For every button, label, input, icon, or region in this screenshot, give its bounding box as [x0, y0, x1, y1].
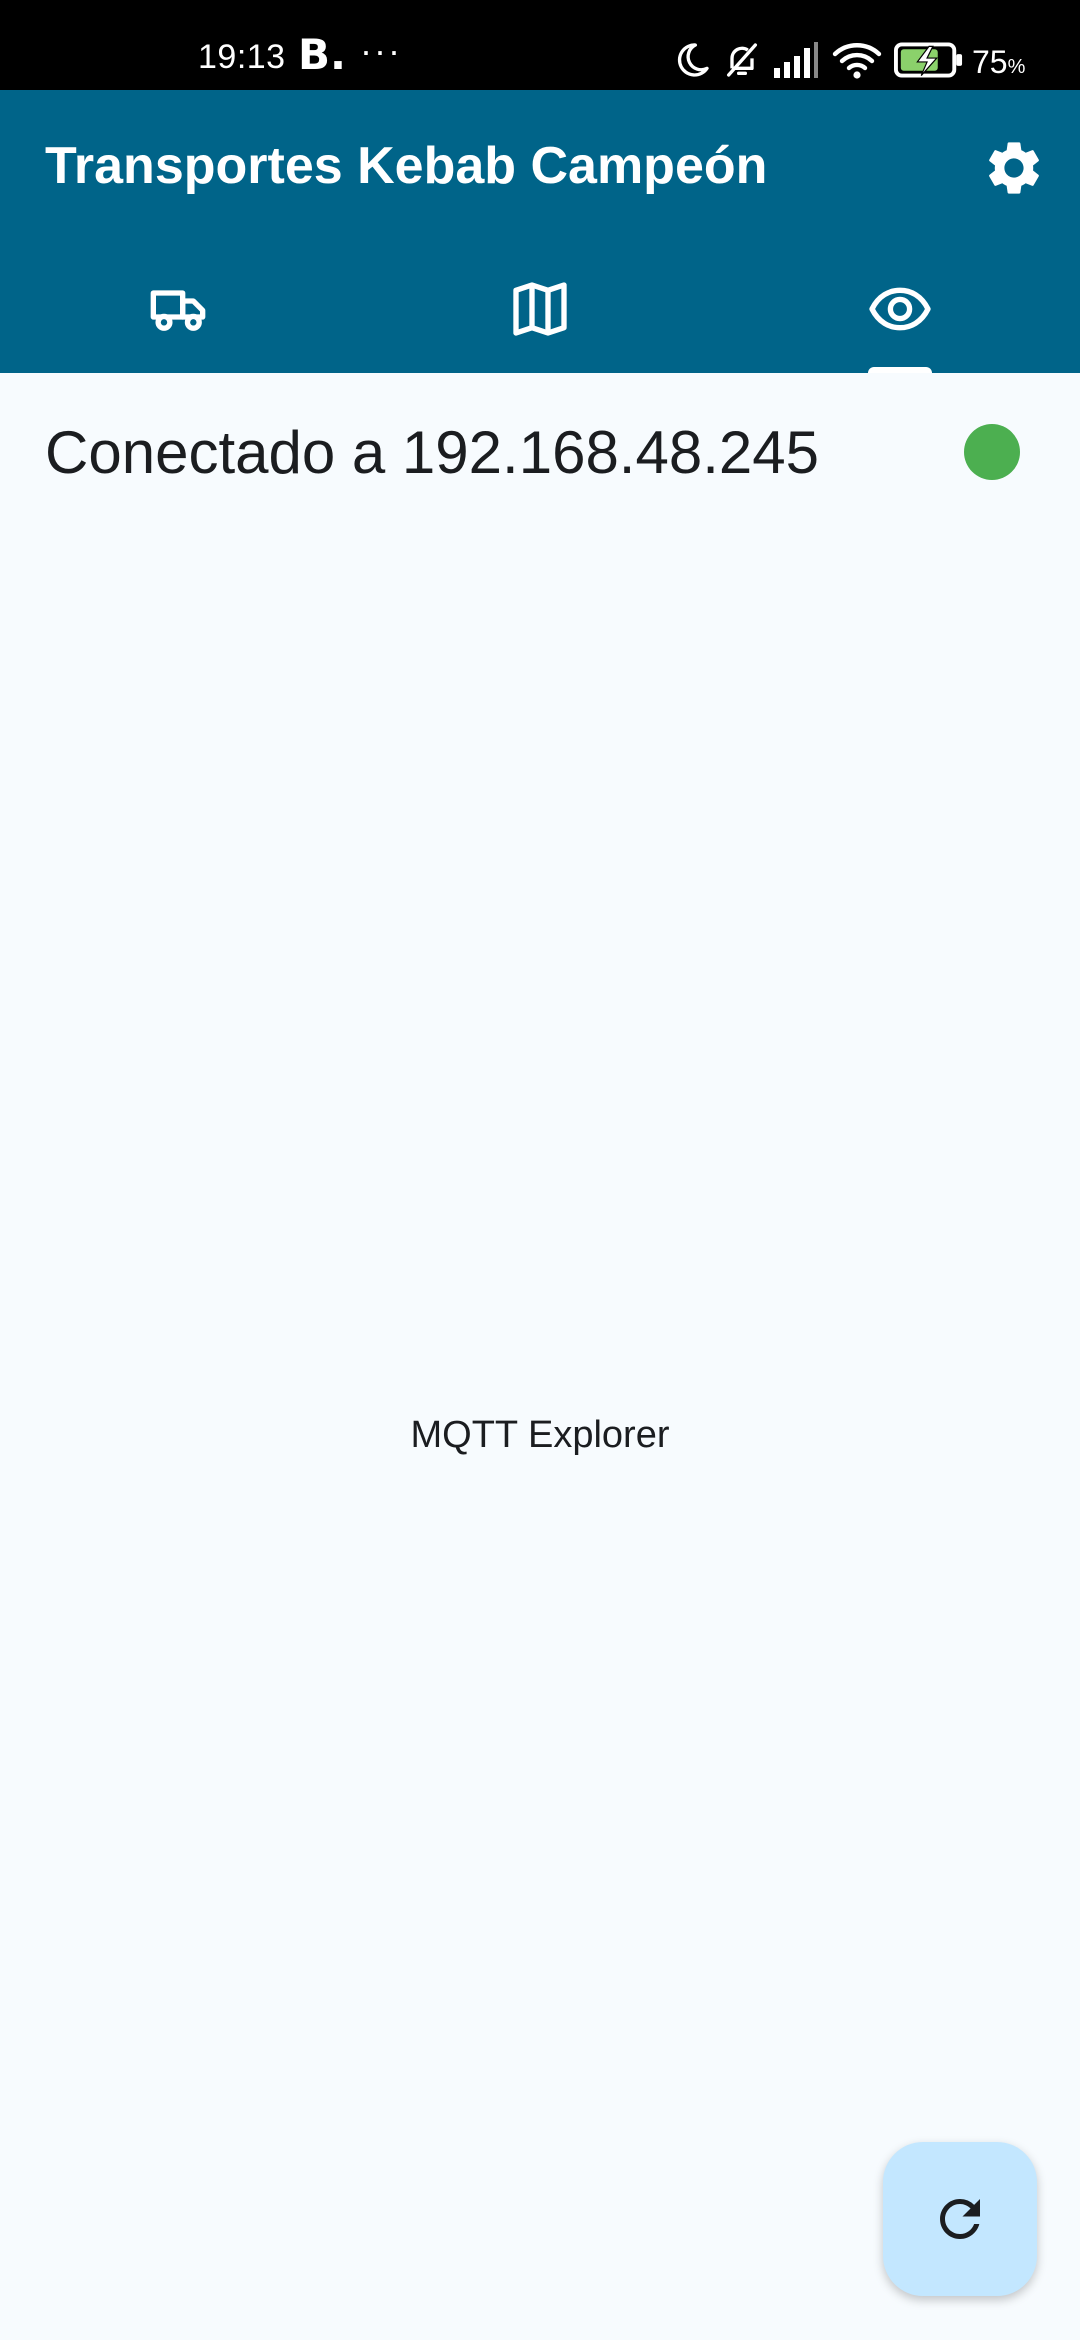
mqtt-explorer-label: MQTT Explorer [410, 1414, 670, 1456]
wifi-icon [832, 43, 882, 79]
bell-off-icon [727, 43, 757, 77]
tab-map[interactable] [360, 255, 720, 373]
tab-monitor[interactable] [720, 255, 1080, 373]
tab-trucks[interactable] [0, 255, 360, 373]
connection-status-indicator [964, 424, 1020, 480]
connection-label: Conectado a 192.168.48.245 [45, 419, 819, 486]
app-title: Transportes Kebab Campeón [45, 137, 768, 195]
notification-letter: B. [298, 30, 346, 79]
app-bar: Transportes Kebab Campeón [0, 90, 1080, 373]
more-notifications-indicator: ··· [360, 30, 402, 71]
battery-percent-unit: % [1007, 56, 1026, 78]
selected-tab-indicator [868, 367, 932, 373]
gear-icon [989, 142, 1039, 194]
status-bar: 19:13 B. ··· 75% [0, 0, 1080, 90]
signal-icon [774, 42, 818, 78]
map-icon [513, 282, 567, 336]
eye-icon [869, 287, 931, 331]
truck-icon [150, 290, 206, 331]
battery-charging-icon [894, 42, 963, 78]
battery-percent: 75% [972, 44, 1025, 81]
battery-percent-value: 75 [972, 44, 1008, 80]
moon-icon [677, 43, 709, 77]
settings-button[interactable] [982, 136, 1046, 200]
refresh-icon [940, 2199, 980, 2239]
status-time: 19:13 [198, 38, 286, 76]
refresh-button[interactable] [883, 2142, 1037, 2296]
